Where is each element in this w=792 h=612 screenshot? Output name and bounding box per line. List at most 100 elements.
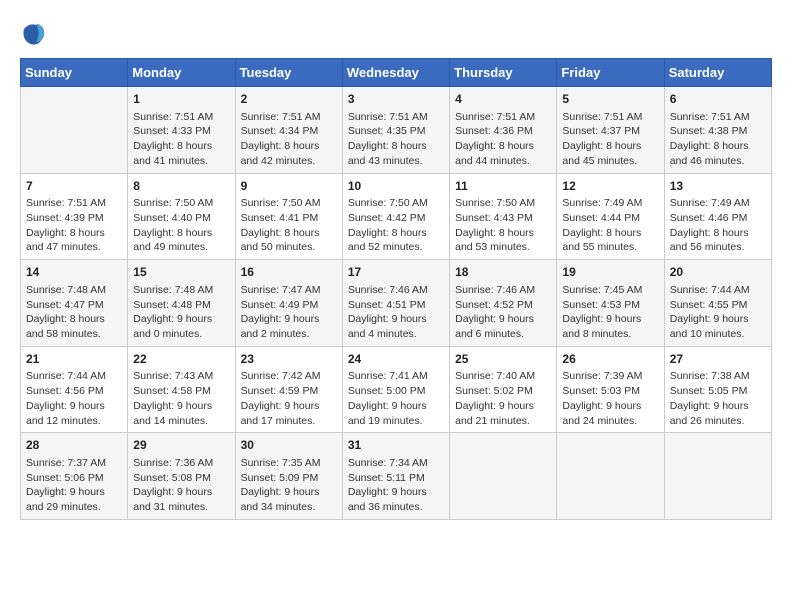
day-number: 19 bbox=[562, 264, 658, 281]
day-number: 18 bbox=[455, 264, 551, 281]
calendar-cell bbox=[557, 433, 664, 520]
day-number: 21 bbox=[26, 351, 122, 368]
calendar-cell: 31 Sunrise: 7:34 AMSunset: 5:11 PMDayligh… bbox=[342, 433, 449, 520]
calendar-cell: 21Sunrise: 7:44 AMSunset: 4:56 PMDayligh… bbox=[21, 346, 128, 433]
calendar-cell: 7Sunrise: 7:51 AMSunset: 4:39 PMDaylight… bbox=[21, 173, 128, 260]
cell-content: Sunrise: 7:51 AMSunset: 4:36 PMDaylight:… bbox=[455, 110, 551, 169]
day-number: 9 bbox=[241, 178, 337, 195]
cell-content: Sunrise: 7:48 AMSunset: 4:47 PMDaylight:… bbox=[26, 283, 122, 342]
calendar-cell: 4 Sunrise: 7:51 AMSunset: 4:36 PMDaylight… bbox=[450, 87, 557, 174]
weekday-saturday: Saturday bbox=[664, 59, 771, 87]
day-number: 31 bbox=[348, 437, 444, 454]
logo bbox=[20, 20, 52, 48]
calendar-cell: 16 Sunrise: 7:47 AMSunset: 4:49 PMDayligh… bbox=[235, 260, 342, 347]
calendar-cell bbox=[664, 433, 771, 520]
cell-content: Sunrise: 7:43 AMSunset: 4:58 PMDaylight:… bbox=[133, 369, 229, 428]
calendar-cell: 10Sunrise: 7:50 AMSunset: 4:42 PMDayligh… bbox=[342, 173, 449, 260]
calendar-cell: 3 Sunrise: 7:51 AMSunset: 4:35 PMDaylight… bbox=[342, 87, 449, 174]
day-number: 5 bbox=[562, 91, 658, 108]
cell-content: Sunrise: 7:45 AMSunset: 4:53 PMDaylight:… bbox=[562, 283, 658, 342]
day-number: 15 bbox=[133, 264, 229, 281]
cell-content: Sunrise: 7:41 AMSunset: 5:00 PMDaylight:… bbox=[348, 369, 444, 428]
cell-content: Sunrise: 7:35 AMSunset: 5:09 PMDaylight:… bbox=[241, 456, 337, 515]
calendar-cell: 5 Sunrise: 7:51 AMSunset: 4:37 PMDaylight… bbox=[557, 87, 664, 174]
cell-content: Sunrise: 7:34 AMSunset: 5:11 PMDaylight:… bbox=[348, 456, 444, 515]
weekday-sunday: Sunday bbox=[21, 59, 128, 87]
weekday-friday: Friday bbox=[557, 59, 664, 87]
day-number: 8 bbox=[133, 178, 229, 195]
day-number: 6 bbox=[670, 91, 766, 108]
cell-content: Sunrise: 7:49 AMSunset: 4:44 PMDaylight:… bbox=[562, 196, 658, 255]
calendar-cell: 17 Sunrise: 7:46 AMSunset: 4:51 PMDayligh… bbox=[342, 260, 449, 347]
cell-content: Sunrise: 7:44 AMSunset: 4:56 PMDaylight:… bbox=[26, 369, 122, 428]
day-number: 16 bbox=[241, 264, 337, 281]
week-row-2: 7Sunrise: 7:51 AMSunset: 4:39 PMDaylight… bbox=[21, 173, 772, 260]
calendar-cell: 22Sunrise: 7:43 AMSunset: 4:58 PMDayligh… bbox=[128, 346, 235, 433]
calendar-cell: 12Sunrise: 7:49 AMSunset: 4:44 PMDayligh… bbox=[557, 173, 664, 260]
calendar-cell: 18 Sunrise: 7:46 AMSunset: 4:52 PMDayligh… bbox=[450, 260, 557, 347]
weekday-monday: Monday bbox=[128, 59, 235, 87]
day-number: 17 bbox=[348, 264, 444, 281]
day-number: 27 bbox=[670, 351, 766, 368]
day-number: 3 bbox=[348, 91, 444, 108]
week-row-3: 14 Sunrise: 7:48 AMSunset: 4:47 PMDayligh… bbox=[21, 260, 772, 347]
cell-content: Sunrise: 7:51 AMSunset: 4:37 PMDaylight:… bbox=[562, 110, 658, 169]
calendar-cell: 9Sunrise: 7:50 AMSunset: 4:41 PMDaylight… bbox=[235, 173, 342, 260]
weekday-wednesday: Wednesday bbox=[342, 59, 449, 87]
day-number: 1 bbox=[133, 91, 229, 108]
day-number: 24 bbox=[348, 351, 444, 368]
calendar-cell: 27Sunrise: 7:38 AMSunset: 5:05 PMDayligh… bbox=[664, 346, 771, 433]
cell-content: Sunrise: 7:51 AMSunset: 4:39 PMDaylight:… bbox=[26, 196, 122, 255]
week-row-5: 28 Sunrise: 7:37 AMSunset: 5:06 PMDayligh… bbox=[21, 433, 772, 520]
weekday-thursday: Thursday bbox=[450, 59, 557, 87]
calendar-cell: 6 Sunrise: 7:51 AMSunset: 4:38 PMDaylight… bbox=[664, 87, 771, 174]
day-number: 10 bbox=[348, 178, 444, 195]
cell-content: Sunrise: 7:37 AMSunset: 5:06 PMDaylight:… bbox=[26, 456, 122, 515]
logo-icon bbox=[20, 20, 48, 48]
cell-content: Sunrise: 7:46 AMSunset: 4:51 PMDaylight:… bbox=[348, 283, 444, 342]
calendar-cell: 30Sunrise: 7:35 AMSunset: 5:09 PMDayligh… bbox=[235, 433, 342, 520]
calendar-cell: 24Sunrise: 7:41 AMSunset: 5:00 PMDayligh… bbox=[342, 346, 449, 433]
cell-content: Sunrise: 7:51 AMSunset: 4:34 PMDaylight:… bbox=[241, 110, 337, 169]
cell-content: Sunrise: 7:49 AMSunset: 4:46 PMDaylight:… bbox=[670, 196, 766, 255]
cell-content: Sunrise: 7:38 AMSunset: 5:05 PMDaylight:… bbox=[670, 369, 766, 428]
calendar-cell: 14 Sunrise: 7:48 AMSunset: 4:47 PMDayligh… bbox=[21, 260, 128, 347]
cell-content: Sunrise: 7:50 AMSunset: 4:41 PMDaylight:… bbox=[241, 196, 337, 255]
cell-content: Sunrise: 7:50 AMSunset: 4:43 PMDaylight:… bbox=[455, 196, 551, 255]
calendar-cell: 29 Sunrise: 7:36 AMSunset: 5:08 PMDayligh… bbox=[128, 433, 235, 520]
cell-content: Sunrise: 7:50 AMSunset: 4:42 PMDaylight:… bbox=[348, 196, 444, 255]
day-number: 25 bbox=[455, 351, 551, 368]
day-number: 14 bbox=[26, 264, 122, 281]
day-number: 29 bbox=[133, 437, 229, 454]
cell-content: Sunrise: 7:46 AMSunset: 4:52 PMDaylight:… bbox=[455, 283, 551, 342]
day-number: 26 bbox=[562, 351, 658, 368]
calendar-cell: 26Sunrise: 7:39 AMSunset: 5:03 PMDayligh… bbox=[557, 346, 664, 433]
cell-content: Sunrise: 7:51 AMSunset: 4:35 PMDaylight:… bbox=[348, 110, 444, 169]
weekday-tuesday: Tuesday bbox=[235, 59, 342, 87]
calendar-cell: 13Sunrise: 7:49 AMSunset: 4:46 PMDayligh… bbox=[664, 173, 771, 260]
calendar-cell: 19 Sunrise: 7:45 AMSunset: 4:53 PMDayligh… bbox=[557, 260, 664, 347]
day-number: 11 bbox=[455, 178, 551, 195]
calendar-cell bbox=[21, 87, 128, 174]
calendar-cell: 15 Sunrise: 7:48 AMSunset: 4:48 PMDayligh… bbox=[128, 260, 235, 347]
weekday-header-row: SundayMondayTuesdayWednesdayThursdayFrid… bbox=[21, 59, 772, 87]
calendar-cell: 25Sunrise: 7:40 AMSunset: 5:02 PMDayligh… bbox=[450, 346, 557, 433]
calendar-cell: 23Sunrise: 7:42 AMSunset: 4:59 PMDayligh… bbox=[235, 346, 342, 433]
cell-content: Sunrise: 7:51 AMSunset: 4:38 PMDaylight:… bbox=[670, 110, 766, 169]
cell-content: Sunrise: 7:42 AMSunset: 4:59 PMDaylight:… bbox=[241, 369, 337, 428]
day-number: 12 bbox=[562, 178, 658, 195]
week-row-4: 21Sunrise: 7:44 AMSunset: 4:56 PMDayligh… bbox=[21, 346, 772, 433]
cell-content: Sunrise: 7:44 AMSunset: 4:55 PMDaylight:… bbox=[670, 283, 766, 342]
cell-content: Sunrise: 7:40 AMSunset: 5:02 PMDaylight:… bbox=[455, 369, 551, 428]
cell-content: Sunrise: 7:47 AMSunset: 4:49 PMDaylight:… bbox=[241, 283, 337, 342]
cell-content: Sunrise: 7:48 AMSunset: 4:48 PMDaylight:… bbox=[133, 283, 229, 342]
calendar-cell: 8Sunrise: 7:50 AMSunset: 4:40 PMDaylight… bbox=[128, 173, 235, 260]
cell-content: Sunrise: 7:50 AMSunset: 4:40 PMDaylight:… bbox=[133, 196, 229, 255]
cell-content: Sunrise: 7:36 AMSunset: 5:08 PMDaylight:… bbox=[133, 456, 229, 515]
calendar-cell: 28 Sunrise: 7:37 AMSunset: 5:06 PMDayligh… bbox=[21, 433, 128, 520]
day-number: 20 bbox=[670, 264, 766, 281]
calendar-cell: 2Sunrise: 7:51 AMSunset: 4:34 PMDaylight… bbox=[235, 87, 342, 174]
day-number: 28 bbox=[26, 437, 122, 454]
cell-content: Sunrise: 7:39 AMSunset: 5:03 PMDaylight:… bbox=[562, 369, 658, 428]
day-number: 4 bbox=[455, 91, 551, 108]
